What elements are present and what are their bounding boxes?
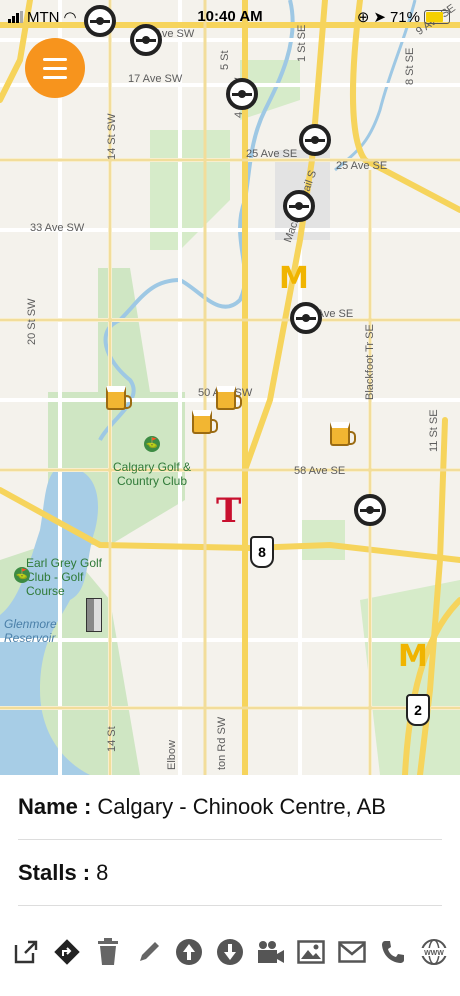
charger-marker[interactable]	[226, 78, 258, 110]
charger-marker[interactable]	[283, 190, 315, 222]
phone-icon[interactable]	[377, 936, 409, 968]
menu-button[interactable]	[25, 38, 85, 98]
place-label: Glenmore Reservoir	[4, 617, 57, 645]
charger-marker[interactable]	[354, 494, 386, 526]
street-label: 14 St SW	[106, 113, 118, 160]
upvote-icon[interactable]	[173, 936, 205, 968]
beer-icon[interactable]	[106, 386, 132, 410]
beer-icon[interactable]	[192, 410, 218, 434]
location-arrow-icon: ➤	[373, 9, 386, 26]
street-label: 8 St SE	[404, 47, 416, 85]
action-toolbar: WWW	[0, 932, 460, 972]
stalls-label: Stalls :	[18, 860, 91, 885]
street-label: 14 St	[106, 726, 118, 752]
place-label: Calgary Golf & Country Club	[112, 460, 192, 488]
street-label: Elbow	[166, 740, 178, 770]
name-label: Name :	[18, 794, 92, 819]
name-row: Name : Calgary - Chinook Centre, AB	[18, 775, 442, 840]
orientation-lock-icon: ⊕	[356, 9, 370, 26]
website-icon[interactable]: WWW	[418, 936, 450, 968]
svg-text:WWW: WWW	[424, 950, 444, 957]
highway-shield-icon: 8	[250, 536, 274, 568]
highway-shield-icon: 2	[406, 694, 430, 726]
street-label: Blackfoot Tr SE	[364, 324, 376, 400]
street-label: ton Rd SW	[216, 716, 228, 770]
charger-marker[interactable]	[290, 302, 322, 334]
street-label: 58 Ave SE	[294, 465, 346, 477]
golf-icon: ⛳	[14, 567, 30, 583]
beer-icon[interactable]	[216, 386, 242, 410]
street-label: 11 St SE	[428, 409, 440, 452]
mail-icon[interactable]	[336, 936, 368, 968]
name-value: Calgary - Chinook Centre, AB	[97, 794, 386, 819]
downvote-icon[interactable]	[214, 936, 246, 968]
tesla-logo-icon[interactable]: T	[216, 494, 241, 528]
street-label: 5 St	[219, 50, 231, 70]
photo-icon[interactable]	[295, 936, 327, 968]
place-label: Earl Grey Golf Club - Golf Course	[26, 556, 103, 598]
street-label: 20 St SW	[26, 298, 38, 345]
golf-icon: ⛳	[144, 436, 160, 452]
street-label: 25 Ave SE	[246, 148, 298, 160]
street-label: 33 Ave SW	[30, 222, 85, 234]
mcdonalds-icon[interactable]: M	[279, 264, 309, 294]
building-icon[interactable]	[86, 598, 102, 632]
edit-icon[interactable]	[133, 936, 165, 968]
share-icon[interactable]	[10, 936, 42, 968]
battery-percent: 71%	[389, 8, 420, 26]
street-label: 17 Ave SW	[128, 73, 183, 85]
charger-marker[interactable]	[299, 124, 331, 156]
street-label: 25 Ave SE	[336, 160, 388, 172]
battery-icon	[424, 10, 450, 24]
mcdonalds-icon[interactable]: M	[398, 642, 428, 672]
map-view[interactable]: MTN ◠ 10:40 AM ⊕ ➤ 71% 12 Ave SW 17 Ave …	[0, 0, 460, 775]
beer-icon[interactable]	[330, 422, 356, 446]
video-icon[interactable]	[255, 936, 287, 968]
directions-icon[interactable]	[51, 936, 83, 968]
delete-icon[interactable]	[92, 936, 124, 968]
status-bar: MTN ◠ 10:40 AM ⊕ ➤ 71%	[0, 0, 460, 34]
stalls-row: Stalls : 8	[18, 841, 442, 906]
stalls-value: 8	[96, 860, 109, 885]
